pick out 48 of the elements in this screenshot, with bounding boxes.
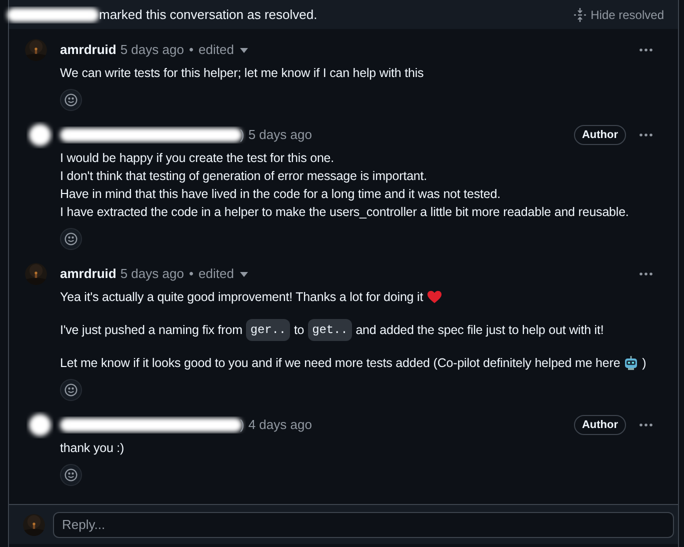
add-reaction-button[interactable] (60, 379, 82, 401)
fold-icon (574, 8, 586, 22)
author-badge: Author (574, 414, 626, 436)
comment-time[interactable]: 5 days ago (120, 40, 184, 60)
smiley-icon (64, 232, 78, 246)
more-options-icon (639, 272, 653, 276)
smiley-icon (64, 468, 78, 482)
comment-text: thank you :) (60, 440, 124, 457)
comment-text: to (294, 322, 304, 339)
comment-text: Yea it's actually a quite good improvement! Thanks a lot for doing it (60, 289, 424, 306)
author-badge: Author (574, 124, 626, 146)
reply-field[interactable]: Reply... (53, 512, 674, 538)
comment-text: I've just pushed a naming fix from (60, 322, 242, 339)
more-options-icon (639, 133, 653, 137)
comment-text: I don't think that testing of generation of error message is important. (60, 168, 428, 185)
smiley-icon (64, 93, 78, 107)
add-reaction-button[interactable] (60, 228, 82, 250)
edited-dropdown[interactable]: edited (198, 264, 248, 284)
hide-resolved-button[interactable]: Hide resolved (574, 6, 664, 24)
more-options-icon (639, 423, 653, 427)
more-options-icon (639, 48, 653, 52)
robot-icon (624, 356, 638, 370)
inline-code: ger.. (246, 319, 290, 341)
author-name-end: ) (240, 416, 244, 434)
separator-dot: • (188, 41, 194, 60)
comment-time[interactable]: 4 days ago (248, 415, 312, 435)
inline-code: get.. (308, 319, 352, 341)
add-reaction-button[interactable] (60, 89, 82, 111)
comment-text: Let me know if it looks good to you and if we need more tests added (Co-pilot definitely helped me here (60, 355, 620, 372)
caret-icon (240, 48, 248, 52)
comment-text: and added the spec file just to help out with it! (356, 322, 604, 339)
author-name[interactable]: amrdruid (60, 264, 116, 284)
comment-text: I have extracted the code in a helper to make the users_controller a little bit more readable and reusable. (60, 204, 629, 221)
comment-text: We can write tests for this helper; let me know if I can help with this (60, 65, 424, 82)
comment-text: Have in mind that this have lived in the code for a long time and it was not tested. (60, 186, 500, 203)
author-name-end: ) (240, 126, 244, 144)
comment-time[interactable]: 5 days ago (248, 125, 312, 145)
comment-time[interactable]: 5 days ago (120, 264, 184, 284)
comment-text: I would be happy if you create the test for this one. (60, 150, 334, 167)
separator-dot: • (188, 265, 194, 284)
resolved-message: marked this conversation as resolved. (99, 6, 318, 24)
caret-icon (240, 272, 248, 276)
edited-dropdown[interactable]: edited (198, 40, 248, 60)
add-reaction-button[interactable] (60, 464, 82, 486)
smiley-icon (64, 383, 78, 397)
heart-icon (427, 290, 442, 304)
author-name[interactable]: amrdruid (60, 40, 116, 60)
comment-text: ) (642, 355, 646, 372)
